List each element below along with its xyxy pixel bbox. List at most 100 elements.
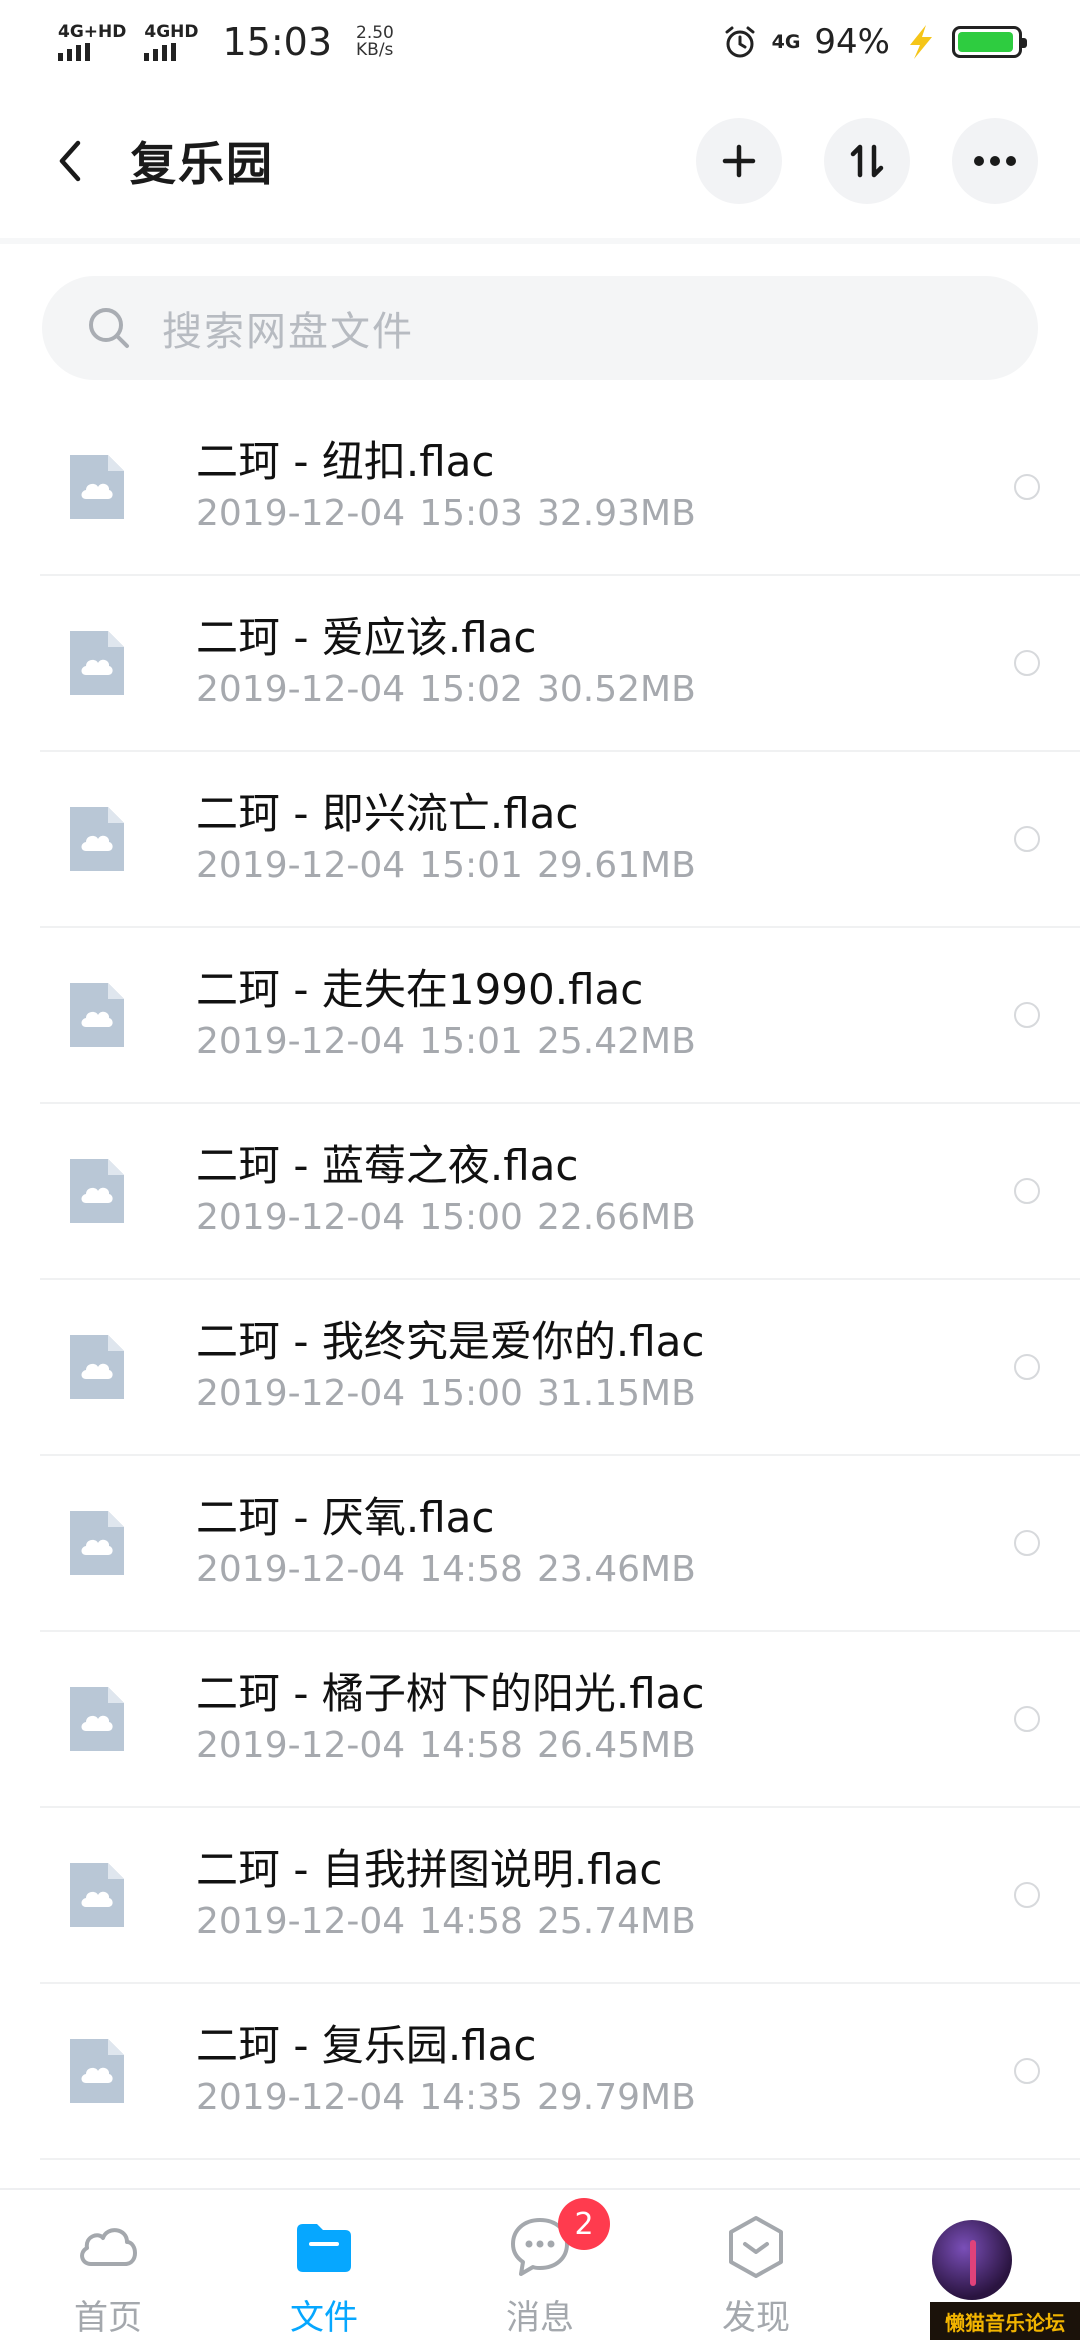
file-size: 25.42MB	[536, 1021, 696, 1062]
header: 复乐园	[0, 84, 1080, 244]
file-size: 25.74MB	[536, 1901, 696, 1942]
file-name: 二珂 - 走失在1990.flac	[196, 965, 644, 1014]
select-checkbox[interactable]	[1014, 1178, 1040, 1204]
select-checkbox[interactable]	[1014, 474, 1040, 500]
chevron-left-icon	[59, 140, 81, 182]
net-speed-unit: KB/s	[356, 40, 394, 60]
file-size: 31.15MB	[536, 1373, 696, 1414]
search-input[interactable]: 搜索网盘文件	[42, 276, 1038, 380]
cloud-icon	[80, 2228, 137, 2266]
battery-fill	[958, 32, 1013, 52]
clock: 15:03	[222, 20, 333, 64]
file-name: 二珂 - 蓝莓之夜.flac	[196, 1141, 579, 1190]
cloud-file-icon	[70, 1159, 124, 1223]
select-checkbox[interactable]	[1014, 826, 1040, 852]
file-meta: 2019-12-04 15:01 29.61MB	[196, 842, 696, 890]
file-row[interactable]: 二珂 - 复乐园.flac 2019-12-04 14:35 29.79MB	[40, 1984, 1080, 2160]
file-row[interactable]: 二珂 - 爱应该.flac 2019-12-04 15:02 30.52MB	[40, 576, 1080, 752]
signal-1: 4G+HD	[58, 23, 126, 61]
nav-files[interactable]: 文件	[216, 2190, 432, 2340]
nav-messages-label: 消息	[506, 2298, 574, 2338]
file-date: 2019-12-04	[196, 1021, 406, 1062]
select-checkbox[interactable]	[1014, 1530, 1040, 1556]
file-meta: 2019-12-04 14:35 29.79MB	[196, 2074, 696, 2122]
select-checkbox[interactable]	[1014, 1002, 1040, 1028]
select-checkbox[interactable]	[1014, 1706, 1040, 1732]
file-meta: 2019-12-04 14:58 26.45MB	[196, 1722, 705, 1770]
battery-percent: 94%	[814, 22, 890, 62]
file-time: 14:35	[419, 2077, 523, 2118]
file-name: 二珂 - 纽扣.flac	[196, 437, 495, 486]
file-date: 2019-12-04	[196, 2077, 406, 2118]
sort-button[interactable]	[824, 118, 910, 204]
cloud-file-icon	[70, 631, 124, 695]
select-checkbox[interactable]	[1014, 1354, 1040, 1380]
nav-files-label: 文件	[290, 2298, 358, 2338]
select-checkbox[interactable]	[1014, 2058, 1040, 2084]
file-row[interactable]: 二珂 - 蓝莓之夜.flac 2019-12-04 15:00 22.66MB	[40, 1104, 1080, 1280]
page-title: 复乐园	[130, 137, 274, 191]
file-time: 15:03	[419, 493, 523, 534]
more-button[interactable]	[952, 118, 1038, 204]
nav-messages[interactable]: 2 消息	[432, 2190, 648, 2340]
file-date: 2019-12-04	[196, 493, 406, 534]
nav-discover-label: 发现	[722, 2298, 790, 2338]
signal-2: 4GHD	[144, 23, 199, 61]
discover-icon	[729, 2216, 783, 2278]
status-bar: 4G+HD 4GHD 15:03 2.50 KB/s 4G 94%	[0, 0, 1080, 84]
sort-icon	[850, 144, 884, 178]
file-time: 15:02	[419, 669, 523, 710]
file-date: 2019-12-04	[196, 845, 406, 886]
file-date: 2019-12-04	[196, 1549, 406, 1590]
file-time: 14:58	[419, 1725, 523, 1766]
file-row[interactable]: 二珂 - 纽扣.flac 2019-12-04 15:03 32.93MB	[40, 400, 1080, 576]
cloud-file-icon	[70, 1335, 124, 1399]
watermark: 懒猫音乐论坛	[930, 2302, 1080, 2340]
battery-icon	[952, 26, 1027, 58]
nav-home[interactable]: 首页	[0, 2190, 216, 2340]
cloud-file-icon	[70, 807, 124, 871]
file-meta: 2019-12-04 15:00 22.66MB	[196, 1194, 696, 1242]
cloud-file-icon	[70, 2039, 124, 2103]
file-size: 29.79MB	[536, 2077, 696, 2118]
file-size: 22.66MB	[536, 1197, 696, 1238]
file-date: 2019-12-04	[196, 1373, 406, 1414]
file-name: 二珂 - 即兴流亡.flac	[196, 789, 579, 838]
select-checkbox[interactable]	[1014, 650, 1040, 676]
file-meta: 2019-12-04 14:58 25.74MB	[196, 1898, 696, 1946]
folder-icon	[297, 2224, 351, 2272]
file-time: 15:01	[419, 845, 523, 886]
file-row[interactable]: 二珂 - 我终究是爱你的.flac 2019-12-04 15:00 31.15MB	[40, 1280, 1080, 1456]
file-name: 二珂 - 我终究是爱你的.flac	[196, 1317, 705, 1366]
file-meta: 2019-12-04 14:58 23.46MB	[196, 1546, 696, 1594]
signal-1-label: 4G+HD	[58, 22, 127, 42]
file-meta: 2019-12-04 15:00 31.15MB	[196, 1370, 705, 1418]
file-time: 15:01	[419, 1021, 523, 1062]
file-row[interactable]: 二珂 - 即兴流亡.flac 2019-12-04 15:01 29.61MB	[40, 752, 1080, 928]
signal-bars-icon	[144, 43, 177, 61]
messages-badge: 2	[558, 2198, 610, 2250]
file-time: 15:00	[419, 1197, 523, 1238]
net-speed: 2.50 KB/s	[356, 25, 394, 59]
cloud-file-icon	[70, 1511, 124, 1575]
file-meta: 2019-12-04 15:03 32.93MB	[196, 490, 696, 538]
file-row[interactable]: 二珂 - 橘子树下的阳光.flac 2019-12-04 14:58 26.45MB	[40, 1632, 1080, 1808]
cloud-file-icon	[70, 1863, 124, 1927]
back-button[interactable]	[50, 136, 90, 186]
lightning-icon	[910, 25, 932, 59]
signal-bars-icon	[58, 43, 90, 61]
alarm-icon	[725, 26, 755, 58]
file-row[interactable]: 二珂 - 走失在1990.flac 2019-12-04 15:01 25.42MB	[40, 928, 1080, 1104]
select-checkbox[interactable]	[1014, 1882, 1040, 1908]
file-name: 二珂 - 自我拼图说明.flac	[196, 1845, 663, 1894]
file-meta: 2019-12-04 15:02 30.52MB	[196, 666, 696, 714]
file-size: 23.46MB	[536, 1549, 696, 1590]
file-row[interactable]: 二珂 - 厌氧.flac 2019-12-04 14:58 23.46MB	[40, 1456, 1080, 1632]
nav-discover[interactable]: 发现	[648, 2190, 864, 2340]
file-size: 30.52MB	[536, 669, 696, 710]
add-button[interactable]	[696, 118, 782, 204]
file-name: 二珂 - 爱应该.flac	[196, 613, 537, 662]
file-row[interactable]: 二珂 - 自我拼图说明.flac 2019-12-04 14:58 25.74MB	[40, 1808, 1080, 1984]
file-name: 二珂 - 橘子树下的阳光.flac	[196, 1669, 705, 1718]
avatar	[932, 2220, 1012, 2300]
